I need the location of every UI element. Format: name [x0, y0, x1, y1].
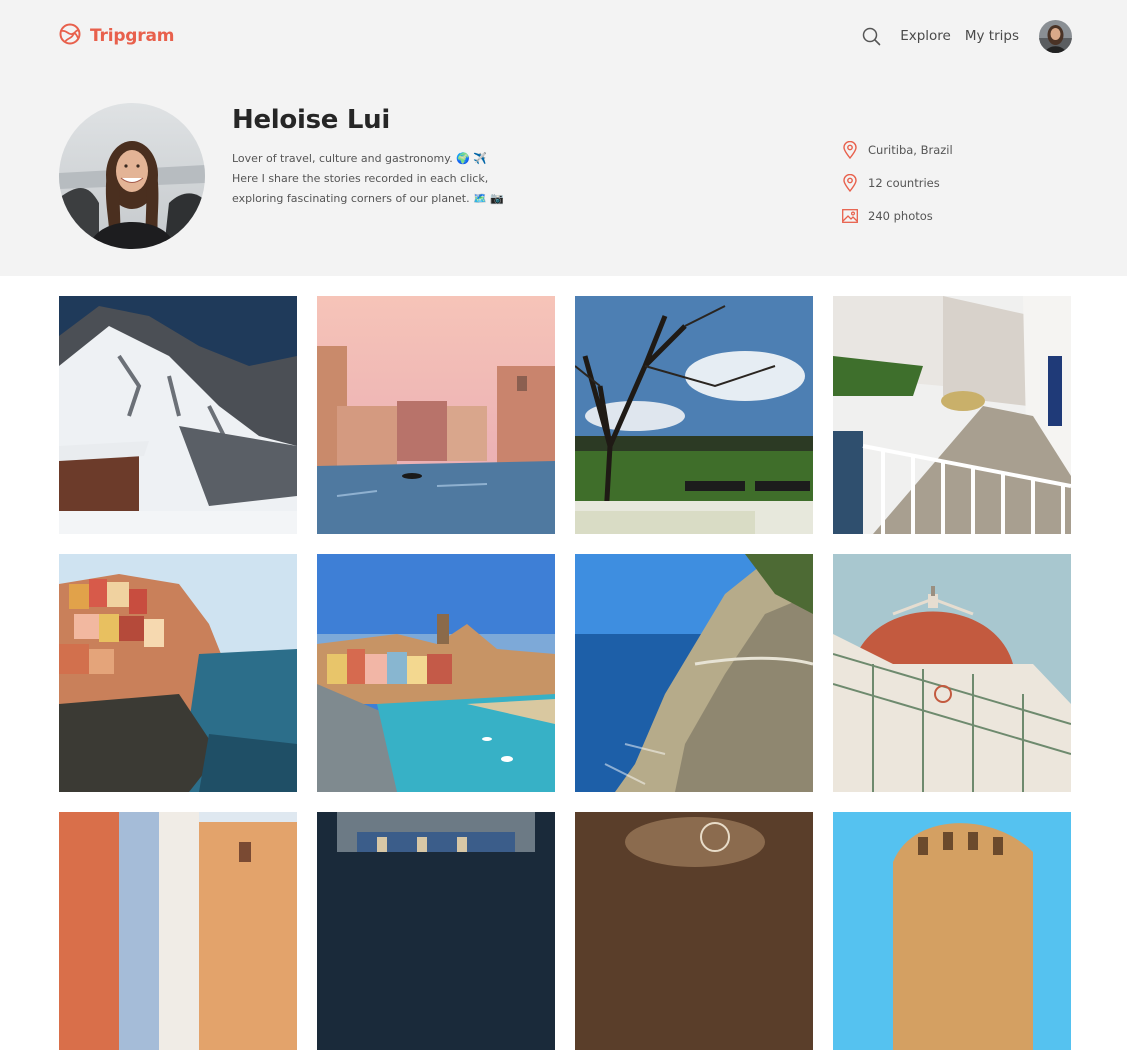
search-icon[interactable] [860, 25, 882, 47]
stat-location: Curitiba, Brazil [842, 133, 953, 166]
bio-line: Lover of travel, culture and gastronomy.… [232, 152, 488, 165]
avatar[interactable] [1039, 19, 1072, 53]
globe-icon [59, 23, 81, 49]
photo-tile[interactable] [317, 812, 555, 1050]
photo-tile[interactable] [575, 812, 813, 1050]
nav-link-explore[interactable]: Explore [900, 28, 951, 44]
photo-tile[interactable] [317, 296, 555, 534]
profile-info: Heloise Lui Lover of travel, culture and… [232, 105, 552, 209]
profile-avatar [59, 103, 205, 249]
top-nav: Tripgram Explore My trips [59, 19, 1072, 53]
photo-tile[interactable] [833, 296, 1071, 534]
location-pin-icon [842, 173, 858, 192]
location-pin-icon [842, 140, 858, 159]
stat-location-label: Curitiba, Brazil [868, 142, 953, 157]
photo-tile[interactable] [59, 296, 297, 534]
photo-grid [59, 296, 1072, 1050]
photo-tile[interactable] [833, 554, 1071, 792]
photo-tile[interactable] [833, 812, 1071, 1050]
photo-tile[interactable] [59, 812, 297, 1050]
stat-countries-label: 12 countries [868, 175, 940, 190]
profile-bio: Lover of travel, culture and gastronomy.… [232, 149, 552, 209]
profile-name: Heloise Lui [232, 105, 390, 135]
brand-logo[interactable]: Tripgram [59, 23, 174, 49]
image-icon [842, 207, 858, 225]
stat-countries: 12 countries [842, 166, 953, 199]
photo-tile[interactable] [317, 554, 555, 792]
brand-name: Tripgram [90, 26, 175, 46]
stat-photos: 240 photos [842, 199, 953, 232]
profile-stats: Curitiba, Brazil 12 countries 240 photos [842, 133, 953, 232]
photo-tile[interactable] [575, 296, 813, 534]
bio-line: Here I share the stories recorded in eac… [232, 172, 489, 185]
bio-line: exploring fascinating corners of our pla… [232, 192, 504, 205]
nav-link-my-trips[interactable]: My trips [965, 28, 1019, 44]
photo-tile[interactable] [575, 554, 813, 792]
nav-actions: Explore My trips [860, 19, 1072, 53]
photo-tile[interactable] [59, 554, 297, 792]
profile-section: Heloise Lui Lover of travel, culture and… [59, 103, 1072, 249]
profile-header: Tripgram Explore My trips Heloise Lui Lo… [0, 0, 1127, 276]
stat-photos-label: 240 photos [868, 208, 933, 223]
